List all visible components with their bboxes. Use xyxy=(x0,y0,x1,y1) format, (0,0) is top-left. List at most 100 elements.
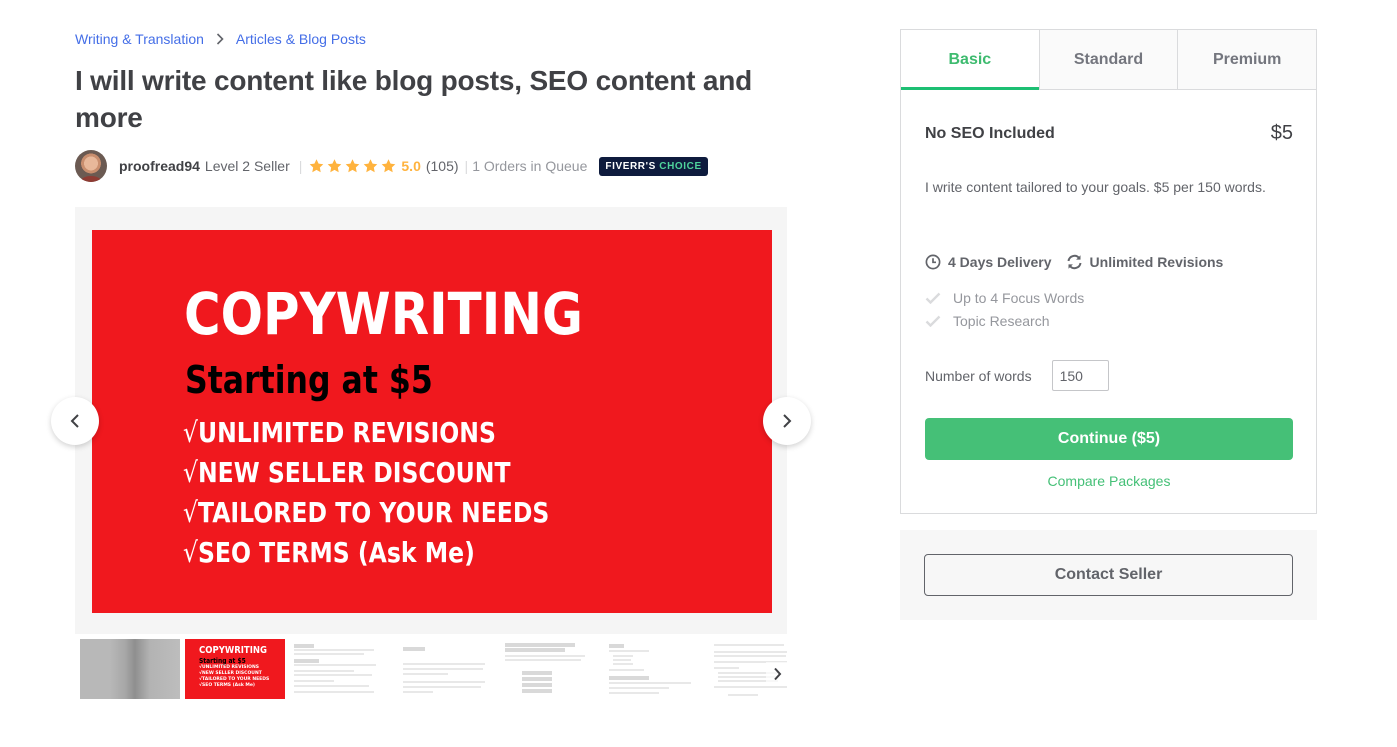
package-card: Basic Standard Premium No SEO Included $… xyxy=(900,29,1317,514)
rating-score: 5.0 xyxy=(401,158,421,174)
checkmark-icon: √ xyxy=(183,456,198,489)
breadcrumb-writing-translation[interactable]: Writing & Translation xyxy=(75,31,204,47)
document-preview-line xyxy=(294,653,364,655)
document-preview-line xyxy=(714,667,739,669)
breadcrumb: Writing & Translation Articles & Blog Po… xyxy=(75,31,366,47)
banner-subheadline: Starting at $5 xyxy=(185,358,433,402)
chevron-right-icon xyxy=(783,414,792,428)
continue-button[interactable]: Continue ($5) xyxy=(925,418,1293,460)
divider: | xyxy=(464,158,469,174)
gallery-prev-button[interactable] xyxy=(51,397,99,445)
seller-overview: proofread94 Level 2 Seller | 5.0 (105) |… xyxy=(75,150,708,182)
document-preview-line xyxy=(714,686,787,688)
document-preview-line xyxy=(609,676,649,680)
document-preview-line xyxy=(613,663,633,665)
document-preview-line xyxy=(403,691,433,693)
document-preview-line xyxy=(728,694,758,696)
document-preview-line xyxy=(609,669,644,671)
seller-avatar[interactable] xyxy=(75,150,107,182)
banner-bullet: √NEW SELLER DISCOUNT xyxy=(183,456,511,489)
thumbnail-document-sample[interactable] xyxy=(395,639,495,699)
gig-gallery: COPYWRITING Starting at $5 √UNLIMITED RE… xyxy=(75,207,787,634)
document-preview-line xyxy=(505,643,575,647)
package-tabs: Basic Standard Premium xyxy=(901,30,1317,90)
delivery-time: 4 Days Delivery xyxy=(925,254,1052,270)
tab-basic[interactable]: Basic xyxy=(901,30,1039,90)
number-of-words-input[interactable] xyxy=(1051,360,1109,391)
document-preview-line xyxy=(505,648,565,652)
package-header: No SEO Included $5 xyxy=(925,122,1293,145)
tab-standard[interactable]: Standard xyxy=(1038,30,1178,89)
checkmark-icon: √ xyxy=(183,496,198,529)
document-preview-line xyxy=(609,644,624,648)
star-icon xyxy=(382,159,396,173)
banner-bullet: √TAILORED TO YOUR NEEDS xyxy=(183,496,550,529)
document-preview-line xyxy=(294,649,374,651)
star-icon xyxy=(346,159,360,173)
tab-premium[interactable]: Premium xyxy=(1177,30,1317,89)
seller-username[interactable]: proofread94 xyxy=(119,158,200,174)
thumbnail-document-sample[interactable] xyxy=(500,639,600,699)
number-of-words-row: Number of words xyxy=(925,360,1109,391)
document-preview-line xyxy=(403,673,448,675)
document-preview-line xyxy=(294,664,376,666)
document-preview-line xyxy=(609,682,691,684)
document-preview-line xyxy=(613,659,631,661)
document-preview-line xyxy=(613,655,633,657)
checkmark-icon: √ xyxy=(183,416,198,449)
gig-title: I will write content like blog posts, SE… xyxy=(75,65,753,133)
document-preview-line xyxy=(294,680,334,682)
checkmark-icon: √ xyxy=(183,536,198,569)
fiverrs-choice-badge: FIVERR'S CHOICE xyxy=(599,156,708,176)
number-of-words-label: Number of words xyxy=(925,367,1032,384)
thumbnail-copywriting-banner[interactable]: COPYWRITING Starting at $5 √UNLIMITED RE… xyxy=(185,639,285,699)
document-preview-line xyxy=(522,683,552,687)
document-preview-line xyxy=(294,674,372,676)
package-description: I write content tailored to your goals. … xyxy=(925,179,1266,195)
document-preview-line xyxy=(714,644,784,646)
compare-packages-link[interactable]: Compare Packages xyxy=(925,473,1293,489)
thumbnail-document-sample[interactable] xyxy=(290,639,390,699)
review-count[interactable]: (105) xyxy=(426,158,459,174)
document-preview-line xyxy=(609,650,649,652)
contact-seller-card: Contact Seller xyxy=(900,530,1317,620)
thumbnail-document-sample[interactable] xyxy=(605,639,705,699)
contact-seller-button[interactable]: Contact Seller xyxy=(924,554,1293,596)
orders-in-queue: 1 Orders in Queue xyxy=(472,158,588,174)
document-preview-line xyxy=(403,647,425,651)
document-preview-line xyxy=(294,659,319,663)
banner-bullets: √UNLIMITED REVISIONS √NEW SELLER DISCOUN… xyxy=(183,413,619,573)
package-price: $5 xyxy=(1270,122,1293,144)
banner-headline: COPYWRITING xyxy=(184,280,583,348)
document-preview-line xyxy=(294,685,369,687)
feature-item: Topic Research xyxy=(925,309,1084,332)
gallery-main-image: COPYWRITING Starting at $5 √UNLIMITED RE… xyxy=(92,230,772,613)
document-preview-line xyxy=(714,655,786,657)
chevron-right-icon xyxy=(773,667,781,681)
chevron-left-icon xyxy=(70,414,79,428)
badge-prefix: FIVERR'S xyxy=(605,160,656,172)
checkmark-icon xyxy=(925,292,941,304)
seller-level: Level 2 Seller xyxy=(204,158,290,174)
document-preview-line xyxy=(294,691,374,693)
document-preview-line xyxy=(505,659,581,661)
clock-icon xyxy=(925,254,941,270)
refresh-icon xyxy=(1067,254,1082,270)
breadcrumb-articles-blog-posts[interactable]: Articles & Blog Posts xyxy=(236,31,366,47)
gallery-next-button[interactable] xyxy=(763,397,811,445)
thumbnails-next-button[interactable] xyxy=(766,662,788,686)
document-preview-line xyxy=(522,689,552,693)
badge-highlight: CHOICE xyxy=(659,160,702,172)
feature-item: Up to 4 Focus Words xyxy=(925,286,1084,309)
gallery-thumbnails: COPYWRITING Starting at $5 √UNLIMITED RE… xyxy=(75,634,787,704)
document-preview-line xyxy=(294,644,314,648)
rating-stars xyxy=(308,158,397,174)
revisions: Unlimited Revisions xyxy=(1066,254,1223,270)
document-preview-line xyxy=(609,687,669,689)
package-features: Up to 4 Focus Words Topic Research xyxy=(925,286,1084,332)
thumbnail-seller-photo[interactable] xyxy=(80,639,180,699)
star-icon xyxy=(328,159,342,173)
document-preview-line xyxy=(609,692,659,694)
document-preview-line xyxy=(403,686,481,688)
document-preview-line xyxy=(522,677,552,681)
